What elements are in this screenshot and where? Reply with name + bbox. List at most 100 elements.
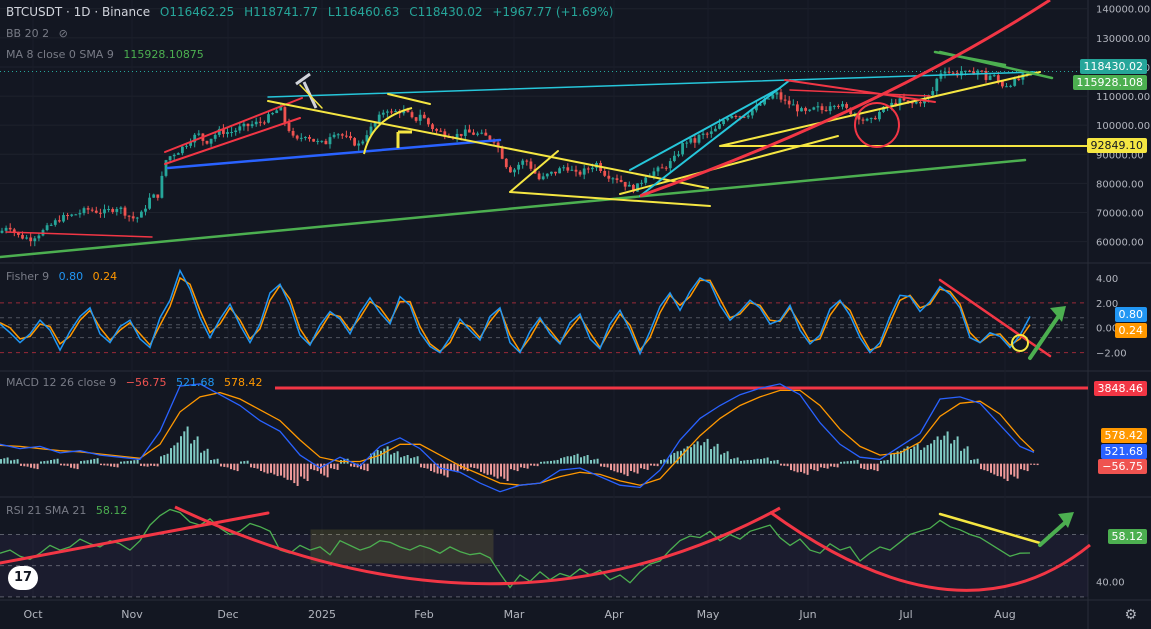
candle [574,169,578,172]
macd-histogram-bar [256,463,259,469]
macd-histogram-bar [966,446,969,464]
candle [591,167,594,170]
candle [521,160,525,165]
candle [554,171,557,174]
candle [513,169,516,173]
candle [841,104,844,107]
macd-hist-badge: −56.75 [1098,459,1147,474]
candle [340,134,344,136]
price-tick-label: 60000.00 [1096,238,1144,249]
macd-histogram-bar [556,459,559,464]
tradingview-logo[interactable]: 17 [8,566,38,590]
candle [127,215,131,217]
macd-histogram-bar [593,459,596,464]
macd-histogram-bar [70,463,72,468]
macd-histogram-bar [416,456,419,464]
macd-histogram-bar [293,463,296,484]
macd-histogram-bar [600,463,602,467]
macd-histogram-bar [376,450,379,464]
macd-histogram-bar [240,461,242,464]
candle [361,141,365,144]
macd-histogram-bar [453,463,456,472]
macd-histogram-bar [203,450,206,464]
macd-histogram-bar [543,461,546,464]
chart-canvas[interactable]: 140000.00130000.00120000.00110000.001000… [0,0,1151,629]
macd-histogram-bar [633,463,636,473]
macd-histogram-bar [280,463,282,476]
macd-histogram-bar [646,463,649,470]
macd-histogram-bar [816,463,819,472]
macd-histogram-bar [696,441,699,464]
macd-histogram-bar [890,454,892,464]
macd-histogram-bar [123,461,126,464]
macd-histogram-bar [183,431,186,464]
macd-histogram-bar [283,463,286,478]
ma-legend[interactable]: MA 8 close 0 SMA 9 115928.10875 [6,48,210,61]
macd-histogram-bar [103,463,106,466]
macd-histogram-bar [1036,463,1039,466]
candle [767,98,771,100]
price-tick-label: 100000.00 [1096,121,1150,132]
fisher-legend[interactable]: Fisher 9 0.80 0.24 [6,270,123,283]
macd-histogram-bar [596,458,599,464]
macd-histogram-bar [106,463,109,466]
macd-histogram-bar [863,463,866,470]
eye-off-icon[interactable]: ⊘ [59,27,68,40]
candle [156,194,160,198]
macd-histogram-bar [533,463,536,466]
macd-histogram-bar [703,442,706,464]
candle [49,224,53,226]
macd-histogram-bar [36,463,39,470]
macd-histogram-bar [510,463,512,470]
candle [119,207,123,210]
rsi-tick-label: 40.00 [1096,577,1125,588]
macd-histogram-bar [193,439,196,464]
macd-histogram-bar [623,463,626,475]
macd-histogram-bar [446,463,449,478]
candle [578,171,582,175]
candle [664,167,668,169]
candle [951,72,955,74]
time-tick-label: Aug [994,608,1015,621]
macd-histogram-bar [50,460,52,464]
macd-histogram-bar [486,463,489,475]
rsi-legend[interactable]: RSI 21 SMA 21 58.12 [6,504,133,517]
candle [697,134,701,143]
macd-histogram-bar [306,463,309,482]
macd-histogram-bar [813,463,816,471]
candle [205,140,209,144]
macd-histogram-bar [500,463,502,477]
candle [386,111,389,113]
candle [677,154,680,156]
candle [332,134,336,138]
candle [714,128,717,132]
macd-histogram-bar [1003,463,1006,479]
macd-histogram-bar [786,463,789,467]
macd-histogram-bar [1000,463,1002,477]
macd-histogram-bar [640,463,642,469]
fisher-badge: 0.80 [1114,307,1147,322]
gear-icon[interactable]: ⚙ [1124,607,1137,623]
macd-histogram-bar [63,463,66,466]
candle [1005,86,1008,88]
macd-histogram-bar [426,463,429,469]
symbol-label[interactable]: BTCUSDT · 1D · Binance [6,5,150,19]
candle [99,212,102,214]
macd-histogram-bar [270,463,272,473]
macd-legend[interactable]: MACD 12 26 close 9 −56.75 521.68 578.42 [6,376,269,389]
macd-histogram-bar [546,461,549,464]
macd-histogram-bar [733,458,736,464]
macd-histogram-bar [713,446,716,464]
macd-histogram-bar [493,463,496,477]
bb-legend[interactable]: BB 20 2 ⊘ [6,27,74,40]
candle [29,237,33,242]
candle [775,92,779,95]
candle [82,208,86,214]
candle [33,238,37,242]
macd-histogram-bar [653,463,656,466]
macd-histogram-bar [643,463,646,470]
macd-histogram-bar [710,449,712,464]
candle [70,214,74,216]
macd-histogram-bar [950,443,952,464]
macd-histogram-bar [836,463,839,468]
